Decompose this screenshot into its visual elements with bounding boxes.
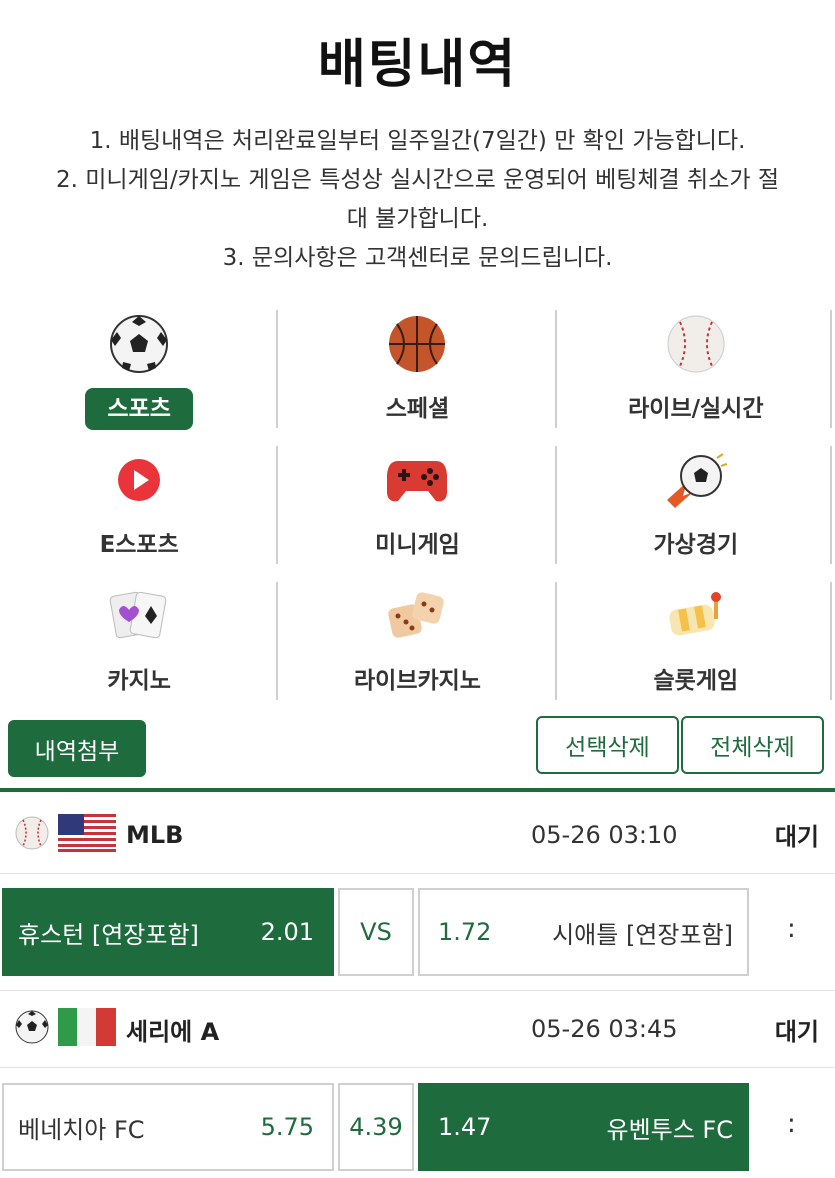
draw-option[interactable]: VS [338, 888, 414, 976]
draw-option[interactable]: 4.39 [338, 1083, 414, 1171]
notice-line: 대 불가합니다. [346, 206, 489, 232]
category-virtual[interactable]: 가상경기 [557, 444, 835, 580]
page-title: 배팅내역 [317, 35, 518, 95]
list-divider [0, 788, 835, 792]
category-label: 스페셜 [385, 396, 450, 422]
away-bet-option[interactable]: 1.72 시애틀 [연장포함] [418, 888, 749, 976]
match-time: 05-26 03:45 [531, 1015, 678, 1043]
team-name: 유벤투스 FC [606, 1115, 733, 1144]
odds-value: 2.01 [260, 918, 314, 946]
home-bet-option[interactable]: 베네치아 FC 5.75 [2, 1083, 334, 1171]
score-separator: : [787, 1109, 796, 1139]
category-minigame[interactable]: 미니게임 [278, 444, 557, 580]
team-name: 베네치아 FC [18, 1115, 145, 1144]
match-header: 세리에 A 05-26 03:45 대기 [0, 990, 835, 1068]
score-separator: : [787, 914, 796, 944]
slot-reel-icon [664, 584, 728, 648]
category-casino[interactable]: 카지노 [0, 580, 279, 716]
vs-label: VS [360, 918, 392, 946]
flying-ball-icon [664, 448, 728, 512]
draw-odds-value: 4.39 [349, 1113, 403, 1141]
category-slot[interactable]: 슬롯게임 [557, 580, 835, 716]
cards-icon [107, 584, 171, 648]
notice-line: 1. 배팅내역은 처리완료일부터 일주일간(7일간) 만 확인 가능합니다. [89, 128, 746, 154]
league-name: MLB [126, 820, 184, 849]
status-badge: 대기 [774, 823, 819, 851]
category-label: 라이브/실시간 [628, 396, 764, 422]
category-label: 가상경기 [653, 532, 739, 558]
team-name: 시애틀 [연장포함] [552, 920, 733, 949]
notice-line: 2. 미니게임/카지노 게임은 특성상 실시간으로 운영되어 베팅체결 취소가 … [56, 167, 779, 193]
delete-all-button[interactable]: 전체삭제 [681, 716, 824, 774]
team-name: 휴스턴 [연장포함] [18, 920, 199, 949]
odds-value: 1.47 [438, 1113, 492, 1141]
play-icon [107, 448, 171, 512]
category-label: 카지노 [107, 668, 171, 694]
baseball-icon [664, 312, 728, 376]
category-label: 스포츠 [85, 388, 193, 430]
match-time: 05-26 03:10 [531, 820, 678, 849]
category-live-casino[interactable]: 라이브카지노 [278, 580, 557, 716]
attach-history-button[interactable]: 내역첨부 [8, 720, 146, 777]
category-grid: 스포츠 스페셜 라이브/실시간 E스포츠 미니게임 가상경기 카지노 라이브카지… [0, 308, 835, 716]
league-name: 세리에 A [126, 1017, 220, 1046]
category-esports[interactable]: E스포츠 [0, 444, 279, 580]
category-label: 라이브카지노 [354, 668, 481, 694]
us-flag-icon [58, 813, 116, 856]
home-bet-option[interactable]: 휴스턴 [연장포함] 2.01 [2, 888, 334, 976]
category-sports[interactable]: 스포츠 [0, 308, 279, 444]
odds-row: 베네치아 FC 5.75 4.39 1.47 유벤투스 FC : [0, 1083, 835, 1173]
away-bet-option[interactable]: 1.47 유벤투스 FC [418, 1083, 749, 1171]
gamepad-icon [385, 448, 449, 512]
italy-flag-icon [58, 1008, 116, 1050]
delete-selected-button[interactable]: 선택삭제 [536, 716, 679, 774]
category-label: E스포츠 [99, 532, 179, 558]
basketball-icon [385, 312, 449, 376]
odds-row: 휴스턴 [연장포함] 2.01 VS 1.72 시애틀 [연장포함] : [0, 888, 835, 978]
odds-value: 5.75 [260, 1113, 314, 1141]
category-label: 미니게임 [375, 532, 460, 558]
odds-value: 1.72 [438, 918, 492, 946]
notice-text: 1. 배팅내역은 처리완료일부터 일주일간(7일간) 만 확인 가능합니다. 2… [20, 122, 815, 278]
category-label: 슬롯게임 [653, 668, 739, 694]
category-live[interactable]: 라이브/실시간 [557, 308, 835, 444]
baseball-icon [14, 815, 50, 855]
soccer-ball-icon [107, 312, 171, 376]
match-header: MLB 05-26 03:10 대기 [0, 796, 835, 874]
category-special[interactable]: 스페셜 [278, 308, 557, 444]
dice-icon [385, 584, 449, 648]
notice-line: 3. 문의사항은 고객센터로 문의드립니다. [222, 245, 613, 271]
soccer-ball-icon [14, 1009, 50, 1049]
status-badge: 대기 [774, 1017, 819, 1046]
